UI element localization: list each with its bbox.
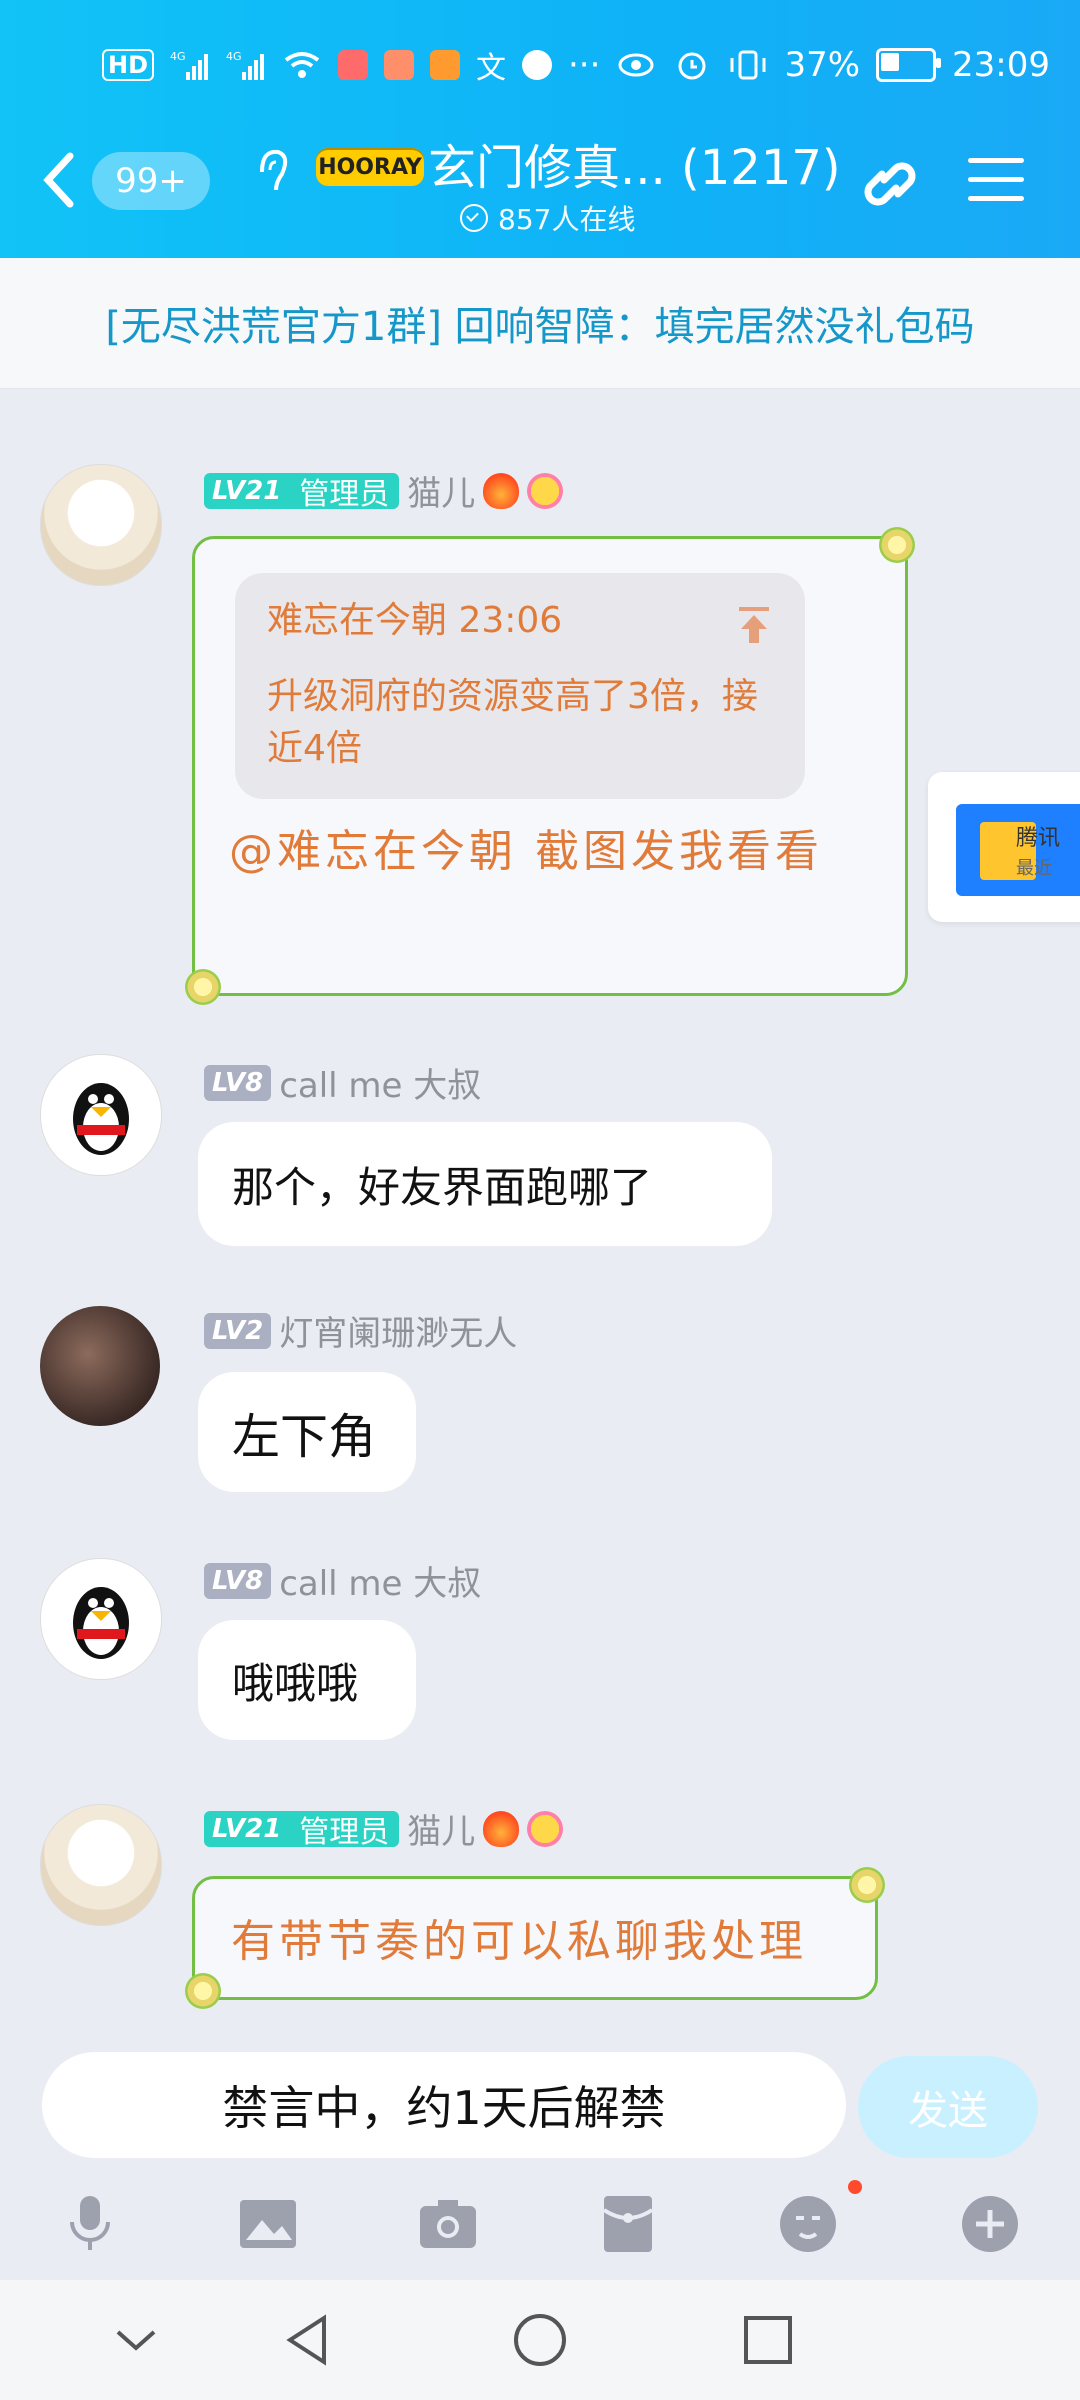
smile-badge-icon (527, 1810, 564, 1847)
floating-card-title: 腾讯 (1016, 826, 1061, 851)
sender-name[interactable]: call me 大叔 (279, 1556, 481, 1605)
signal-4g-icon: 4G (170, 50, 208, 80)
message-text: 有带节奏的可以私聊我处理 (231, 1916, 807, 1967)
smile-badge-icon (527, 472, 564, 509)
sender-meta: LV8 call me 大叔 (204, 1556, 481, 1605)
emoji-icon[interactable] (776, 2192, 840, 2256)
flame-icon (483, 1810, 520, 1847)
level-badge: LV2 (204, 1312, 272, 1349)
quoted-message[interactable]: 难忘在今朝 23:06 升级洞府的资源变高了3倍，接近4倍 (235, 573, 805, 799)
unread-count-badge[interactable]: 99+ (92, 152, 210, 210)
sender-meta: LV2 灯宵阑珊渺无人 (204, 1306, 517, 1355)
mic-icon[interactable] (58, 2192, 122, 2256)
alarm-icon (678, 52, 706, 80)
back-arrow-icon[interactable] (40, 150, 80, 210)
link-icon[interactable] (852, 148, 928, 220)
app-icon-translate: 文 (476, 51, 506, 86)
floating-doc-card[interactable]: 腾讯 最近 (928, 772, 1080, 922)
battery-icon (876, 48, 942, 82)
message-bubble[interactable]: 有带节奏的可以私聊我处理 (185, 1867, 885, 2009)
battery-percent: 37% (784, 45, 861, 85)
image-icon[interactable] (236, 2192, 300, 2256)
emoji-notification-dot (848, 2180, 862, 2194)
flower-decoration-icon (185, 969, 221, 1005)
camera-icon[interactable] (416, 2192, 480, 2256)
avatar-dragon[interactable] (40, 1306, 160, 1426)
penguin-icon (73, 1587, 129, 1659)
menu-icon[interactable] (968, 158, 1024, 206)
home-circle-icon[interactable] (510, 2310, 570, 2370)
chevron-down-icon[interactable] (106, 2310, 166, 2370)
group-title[interactable]: 玄门修真... (1217) (428, 128, 841, 198)
admin-badge: 管理员 (289, 472, 400, 512)
quoted-text: 升级洞府的资源变高了3倍，接近4倍 (267, 676, 758, 769)
sender-name[interactable]: call me 大叔 (279, 1058, 481, 1107)
vibrate-icon (730, 50, 766, 80)
message-bubble[interactable]: 哦哦哦 (198, 1620, 416, 1740)
online-check-icon (460, 204, 488, 232)
penguin-icon (73, 1083, 129, 1155)
floating-card-subtitle: 最近 (1016, 858, 1052, 879)
online-count[interactable]: 857人在线 (460, 198, 635, 238)
app-icon-browser (522, 50, 552, 80)
message-bubble[interactable]: 左下角 (198, 1372, 416, 1492)
sender-name[interactable]: 灯宵阑珊渺无人 (279, 1306, 517, 1355)
sender-meta: LV21 管理员 猫儿 (204, 1804, 564, 1853)
level-badge: LV21 (204, 1810, 290, 1847)
flower-decoration-icon (879, 527, 915, 563)
recents-square-icon[interactable] (738, 2310, 798, 2370)
online-text: 857人在线 (498, 203, 636, 236)
svg-text:4G: 4G (170, 50, 186, 63)
avatar-penguin[interactable] (40, 1054, 162, 1176)
avatar-maoer[interactable] (40, 464, 162, 586)
level-badge: LV21 (204, 472, 290, 509)
hd-icon: HD (101, 49, 154, 81)
group-announcement[interactable]: [无尽洪荒官方1群] 回响智障：填完居然没礼包码 (0, 258, 1080, 389)
hooray-badge: HOORAY (316, 148, 424, 186)
status-bar: HD 4G 4G 文 ··· 37% 23:09 (101, 40, 1050, 90)
sender-name[interactable]: 猫儿 (407, 466, 475, 515)
app-icon-video (430, 50, 460, 80)
system-navigation-bar (0, 2280, 1080, 2400)
send-button[interactable]: 发送 (858, 2056, 1038, 2158)
input-toolbar (0, 2180, 1080, 2270)
svg-text:4G: 4G (226, 50, 242, 63)
sender-name[interactable]: 猫儿 (407, 1804, 475, 1853)
earpiece-icon[interactable] (252, 144, 292, 200)
eye-icon (618, 53, 654, 77)
app-icon-health (384, 50, 414, 80)
message-bubble[interactable]: 难忘在今朝 23:06 升级洞府的资源变高了3倍，接近4倍 @难忘在今朝 截图发… (185, 527, 915, 1005)
message-bubble[interactable]: 那个，好友界面跑哪了 (198, 1122, 772, 1246)
sender-meta: LV21 管理员 猫儿 (204, 466, 564, 515)
wifi-icon (284, 52, 320, 78)
flame-icon (483, 472, 520, 509)
back-triangle-icon[interactable] (278, 2310, 338, 2370)
avatar-penguin[interactable] (40, 1558, 162, 1680)
avatar-maoer[interactable] (40, 1804, 162, 1926)
app-icon-book (338, 50, 368, 80)
plus-icon[interactable] (958, 2192, 1022, 2256)
message-text: @难忘在今朝 截图发我看看 (229, 826, 823, 877)
status-more: ··· (568, 45, 601, 85)
flower-decoration-icon (849, 1867, 885, 1903)
signal-4g-icon: 4G (226, 50, 264, 80)
level-badge: LV8 (204, 1562, 272, 1599)
jump-to-quote-icon[interactable] (737, 605, 771, 645)
sender-meta: LV8 call me 大叔 (204, 1058, 481, 1107)
flower-decoration-icon (185, 1973, 221, 2009)
top-bar: HD 4G 4G 文 ··· 37% 23:09 99+ HOORAY 玄门修真… (0, 0, 1080, 258)
message-input[interactable]: 禁言中，约1天后解禁 (42, 2052, 846, 2158)
admin-badge: 管理员 (289, 1810, 400, 1850)
quoted-author-time: 难忘在今朝 23:06 (267, 600, 563, 641)
status-time: 23:09 (952, 45, 1050, 85)
level-badge: LV8 (204, 1064, 272, 1101)
redpacket-icon[interactable] (596, 2192, 660, 2256)
